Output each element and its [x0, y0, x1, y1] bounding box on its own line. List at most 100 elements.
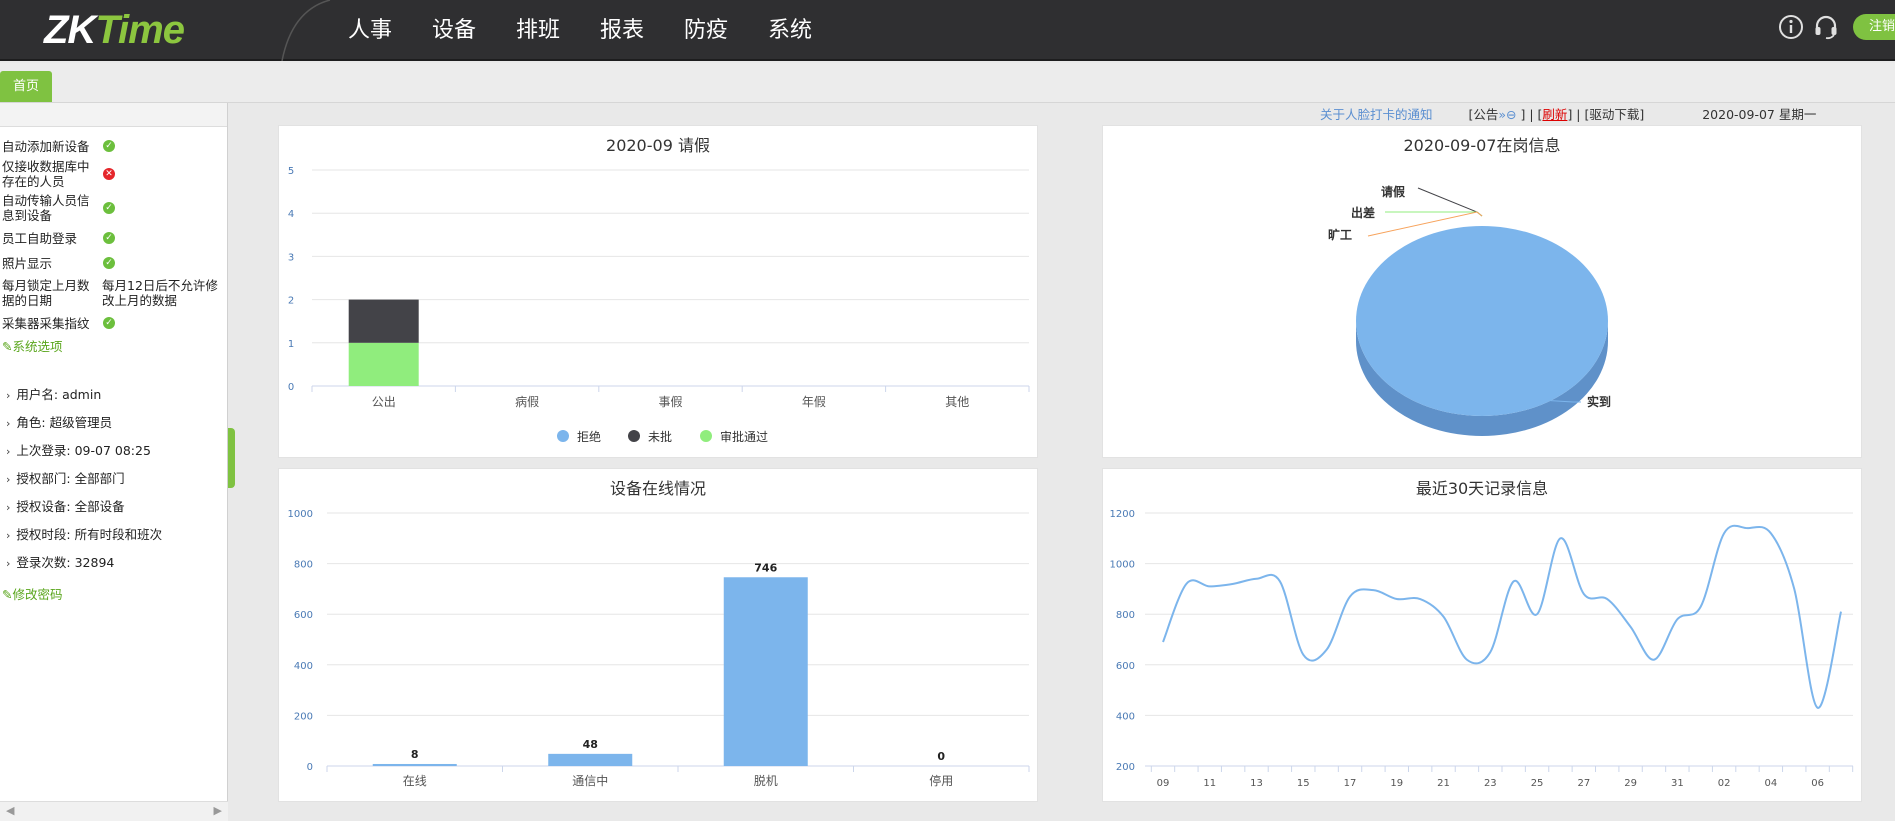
bar-data-label: 0	[937, 750, 945, 763]
zktime-logo[interactable]: ZKTime	[44, 8, 185, 53]
check-icon: ✓	[103, 317, 115, 329]
x-tick-label: 病假	[515, 394, 539, 409]
nav-personnel[interactable]: 人事	[328, 0, 412, 61]
y-tick-label: 200	[294, 711, 313, 722]
x-tick-label: 事假	[658, 395, 682, 409]
left-sidebar: 自动添加新设备 ✓ 仅接收数据库中存在的人员 ✕ 自动传输人员信息到设备 ✓ 员工自助…	[0, 103, 228, 821]
chevron-right-icon: ›	[6, 473, 11, 486]
leave-chart: 0 1 2 3 4 5 公出 病假 事假 年假 其他拒绝 未批 审批通过	[288, 166, 1030, 444]
y-tick-label: 1	[288, 339, 294, 350]
chevron-right-icon: ›	[6, 557, 11, 570]
y-tick-label: 800	[294, 560, 313, 571]
info-icon[interactable]	[1778, 14, 1804, 40]
main-nav: 人事 设备 排班 报表 防疫 系统	[328, 0, 832, 61]
y-tick-label: 5	[288, 166, 294, 177]
list-item: › 授权部门: 全部部门	[6, 471, 125, 486]
y-tick-label: 2	[288, 296, 294, 307]
chevron-right-icon: ›	[6, 445, 11, 458]
nav-reports[interactable]: 报表	[580, 0, 664, 61]
legend-marker	[700, 430, 712, 442]
headset-icon[interactable]	[1813, 14, 1839, 40]
x-tick-label: 通信中	[572, 773, 608, 788]
x-tick-label: 年假	[802, 395, 826, 409]
legend-label: 审批通过	[720, 429, 768, 444]
pie-label: 出差	[1351, 205, 1375, 220]
option-monthly-lock: 每月锁定上月数据的日期 每月12日后不允许修改上月的数据	[0, 275, 227, 311]
y-tick-label: 1000	[288, 509, 313, 520]
x-tick-label: 29	[1624, 778, 1637, 789]
notice-bar: 关于人脸打卡的通知 [公告»⊖ ] | [刷新] | [驱动下载] 2020-0…	[1320, 107, 1817, 122]
list-item: › 登录次数: 32894	[6, 555, 115, 570]
option-auto-add-device: 自动添加新设备 ✓	[0, 134, 227, 157]
x-tick-label: 停用	[929, 773, 953, 788]
y-tick-label: 3	[288, 252, 294, 263]
bar-data-label: 48	[583, 738, 598, 751]
y-tick-label: 0	[288, 382, 294, 393]
option-label: 自动传输人员信息到设备	[2, 193, 90, 223]
legend-label: 未批	[648, 429, 672, 444]
records-30day-chart: 200 400 600 800 1000 1200 09 11 13 15 17 19 21 23 25 27…	[1110, 509, 1854, 789]
tab-home[interactable]: 首页	[0, 71, 52, 102]
scroll-right-icon[interactable]: ▶	[214, 804, 222, 817]
x-tick-label: 17	[1344, 778, 1357, 789]
legend-marker	[557, 430, 569, 442]
bar	[548, 753, 633, 766]
y-tick-label: 800	[1116, 610, 1135, 621]
option-auto-transfer-users: 自动传输人员信息到设备 ✓	[0, 191, 227, 225]
check-icon: ✓	[103, 256, 115, 269]
option-only-db-users: 仅接收数据库中存在的人员 ✕	[0, 157, 227, 191]
logout-button[interactable]: 注销	[1853, 14, 1895, 40]
list-item: › 授权时段: 所有时段和班次	[6, 527, 163, 542]
option-label: 照片显示	[2, 256, 53, 271]
x-tick-label: 23	[1484, 778, 1497, 789]
x-tick-label: 31	[1671, 778, 1684, 789]
chevron-right-icon: ›	[6, 389, 11, 402]
list-item: › 授权设备: 全部设备	[6, 499, 125, 514]
y-tick-label: 0	[307, 762, 313, 773]
refresh-link[interactable]: 刷新	[1542, 107, 1567, 122]
y-tick-label: 4	[288, 209, 294, 220]
system-options-link[interactable]: ✎系统选项	[0, 335, 227, 359]
option-label: 采集器采集指纹	[2, 316, 90, 331]
current-date: 2020-09-07	[1702, 107, 1775, 122]
x-tick-label: 19	[1390, 778, 1403, 789]
chevron-right-icon: ›	[6, 417, 11, 430]
tab-bar: 首页	[0, 63, 1895, 103]
option-label: 自动添加新设备	[2, 139, 90, 154]
x-tick-label: 15	[1297, 778, 1310, 789]
bar-data-label: 8	[411, 748, 419, 761]
driver-download-link[interactable]: 驱动下载	[1589, 107, 1639, 122]
cross-icon: ✕	[103, 168, 115, 180]
nav-epidemic[interactable]: 防疫	[664, 0, 748, 61]
x-tick-label: 脱机	[754, 773, 778, 788]
nav-schedule[interactable]: 排班	[496, 0, 580, 61]
device-status-panel: 设备在线情况 0 200 400 600 800 1000 在线 8 通信中 48 脱机 746 停用 0	[278, 468, 1038, 802]
option-photo-display: 照片显示 ✓	[0, 250, 227, 275]
scroll-left-icon[interactable]: ◀	[6, 804, 14, 817]
nav-device[interactable]: 设备	[412, 0, 496, 61]
announcement-label[interactable]: 公告	[1473, 107, 1498, 122]
change-password-link[interactable]: ✎修改密码	[0, 583, 227, 607]
user-info-list: › 用户名: admin › 角色: 超级管理员 › 上次登录: 09-07 08:2…	[0, 381, 227, 577]
sidebar-collapse-handle[interactable]	[228, 428, 235, 488]
bar	[372, 763, 457, 766]
notice-link[interactable]: 关于人脸打卡的通知	[1320, 107, 1433, 122]
series-line	[1162, 524, 1842, 709]
sidebar-header	[0, 103, 227, 127]
x-tick-label: 11	[1203, 778, 1216, 789]
pencil-icon: ✎	[2, 339, 13, 354]
x-tick-label: 02	[1718, 778, 1731, 789]
bar-data-label: 746	[754, 561, 777, 574]
check-icon: ✓	[103, 231, 115, 244]
pie-label: 旷工	[1328, 227, 1352, 242]
y-tick-label: 200	[1116, 762, 1135, 773]
nav-system[interactable]: 系统	[748, 0, 832, 61]
pencil-icon: ✎	[2, 587, 13, 602]
x-tick-label: 公出	[372, 395, 396, 409]
y-tick-label: 400	[294, 661, 313, 672]
bar	[723, 577, 808, 766]
collapse-icon[interactable]: ⊖	[1506, 107, 1516, 122]
pie-label: 实到	[1587, 394, 1611, 409]
expand-icon[interactable]: »	[1498, 107, 1506, 122]
horizontal-scrollbar[interactable]: ◀ ▶	[0, 801, 228, 821]
